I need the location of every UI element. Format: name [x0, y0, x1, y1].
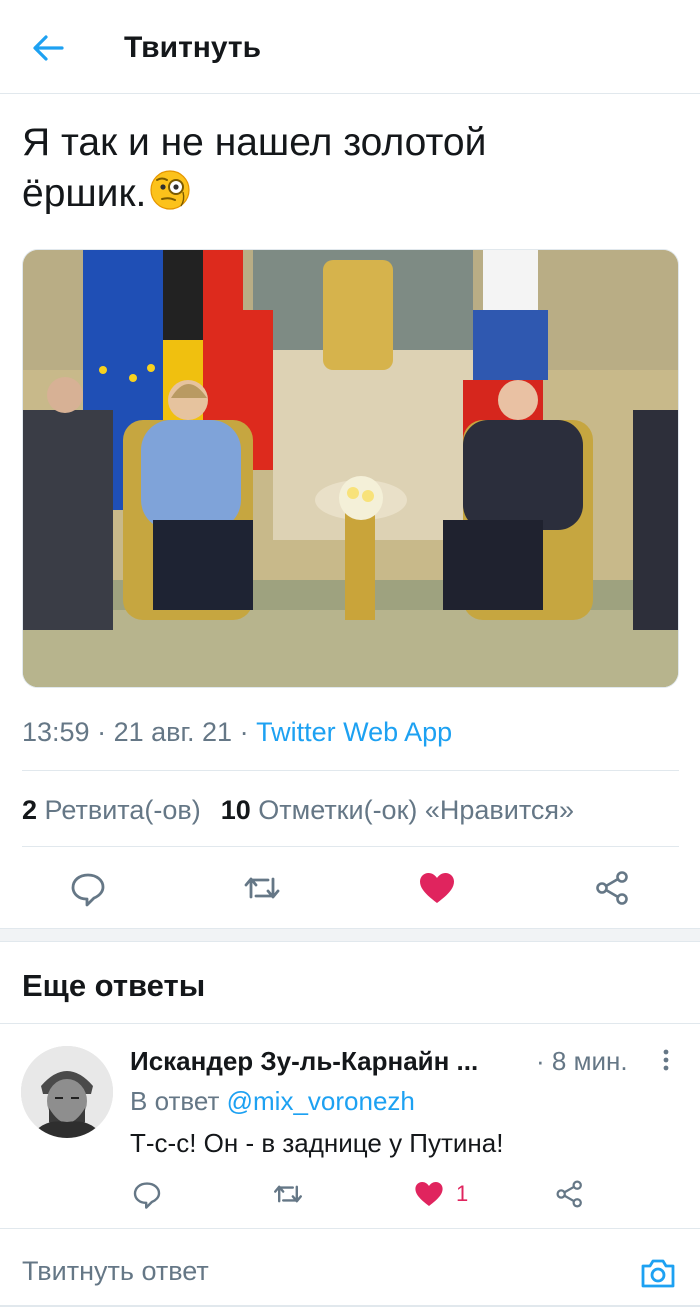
reply-composer: Твитнуть ответ [0, 1229, 700, 1315]
tweet-text: Я так и не нашел золотой ёршик. [22, 118, 662, 219]
vertical-dots-icon [663, 1049, 669, 1071]
retweets-label: Ретвита(-ов) [44, 795, 201, 825]
reply-text: Т-с-с! Он - в заднице у Путина! [130, 1128, 504, 1158]
section-separator [0, 928, 700, 942]
likes-stat[interactable]: 10 Отметки(-ок) «Нравится» [221, 795, 574, 825]
camera-button[interactable] [638, 1253, 678, 1293]
speech-bubble-icon [133, 1182, 161, 1209]
retweets-stat[interactable]: 2 Ретвита(-ов) [22, 795, 201, 825]
reply-to-handle[interactable]: @mix_voronezh [227, 1086, 415, 1116]
reply-like-button[interactable] [413, 1178, 445, 1210]
speech-bubble-icon [71, 873, 105, 907]
reply-input[interactable]: Твитнуть ответ [22, 1253, 209, 1289]
tweet-photo[interactable] [22, 249, 679, 688]
share-button[interactable] [593, 868, 633, 908]
divider [0, 1305, 700, 1307]
reply-to-line: В ответ @mix_voronezh [130, 1084, 415, 1118]
meta-separator-1: · [89, 717, 114, 747]
tweet-date: 21 авг. 21 [113, 717, 233, 747]
more-replies-heading: Еще ответы [22, 968, 206, 1003]
tweet-source-link[interactable]: Twitter Web App [256, 717, 452, 747]
retweet-icon [274, 1185, 302, 1203]
reply-timestamp: · 8 мин. [536, 1046, 628, 1076]
tweet-action-bar [0, 862, 700, 912]
tweet-time: 13:59 [22, 717, 90, 747]
tweet-stats: 2 Ретвита(-ов) 10 Отметки(-ок) «Нравится» [22, 792, 574, 828]
likes-count: 10 [220, 795, 251, 825]
heart-icon [415, 1182, 443, 1206]
reply-tweet[interactable]: Искандер Зу-ль-Карнайн ... · 8 мин. В от… [0, 1024, 700, 1228]
reply-reply-button[interactable] [131, 1178, 163, 1210]
reply-like-count: 1 [456, 1181, 469, 1206]
tweet-text-line-2-text: ёршик. [22, 172, 147, 215]
retweet-button[interactable] [242, 868, 282, 908]
divider [22, 846, 679, 847]
likes-label: Отметки(-ок) «Нравится» [258, 795, 575, 825]
tweet-meta: 13:59 · 21 авг. 21 · Twitter Web App [22, 714, 452, 750]
avatar-image [21, 1046, 113, 1138]
reply-retweet-button[interactable] [272, 1178, 304, 1210]
like-button[interactable] [417, 868, 457, 908]
top-bar: Твитнуть [0, 0, 700, 94]
reply-more-button[interactable] [656, 1046, 676, 1078]
back-button[interactable] [28, 28, 68, 68]
face-with-monocle-emoji [150, 170, 190, 210]
tweet-text-line-2: ёршик. [22, 168, 662, 219]
reply-share-button[interactable] [554, 1178, 586, 1210]
reply-button[interactable] [68, 868, 108, 908]
meta-separator-2: · [232, 717, 257, 747]
heart-icon [420, 873, 454, 903]
retweets-count: 2 [22, 795, 38, 825]
reply-to-label: В ответ [130, 1086, 220, 1116]
tweet-text-line-1: Я так и не нашел золотой [22, 121, 487, 164]
camera-icon [641, 1259, 675, 1288]
divider [22, 770, 679, 771]
retweet-icon [244, 877, 280, 899]
share-icon [596, 871, 628, 905]
arrow-left-icon [33, 35, 64, 61]
reply-author-name[interactable]: Искандер Зу-ль-Карнайн ... [130, 1044, 478, 1078]
avatar[interactable] [21, 1046, 113, 1138]
share-icon [556, 1180, 582, 1208]
page-title: Твитнуть [124, 31, 262, 64]
photo-illustration [23, 250, 678, 687]
